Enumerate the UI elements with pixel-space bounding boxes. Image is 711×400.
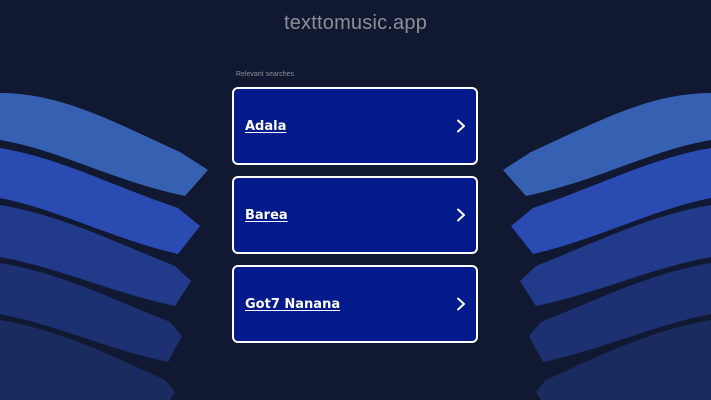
domain-title: texttomusic.app bbox=[283, 12, 428, 34]
relevant-searches-heading: Relevant searches bbox=[236, 71, 294, 78]
related-search-label: Got7 Nanana bbox=[245, 296, 341, 312]
related-search-list: Adala Barea Got7 Nanana bbox=[232, 87, 478, 354]
related-search-label: Barea bbox=[245, 207, 288, 223]
related-search-link[interactable]: Got7 Nanana bbox=[232, 265, 478, 343]
right-wave-bands bbox=[503, 93, 711, 400]
related-search-link[interactable]: Adala bbox=[232, 87, 478, 165]
chevron-right-icon bbox=[457, 119, 465, 133]
left-wave-bands bbox=[0, 93, 208, 400]
related-search-label: Adala bbox=[245, 118, 287, 134]
parked-domain-page: texttomusic.app Relevant searches Adala … bbox=[0, 0, 711, 400]
related-search-link[interactable]: Barea bbox=[232, 176, 478, 254]
chevron-right-icon bbox=[457, 208, 465, 222]
chevron-right-icon bbox=[457, 297, 465, 311]
